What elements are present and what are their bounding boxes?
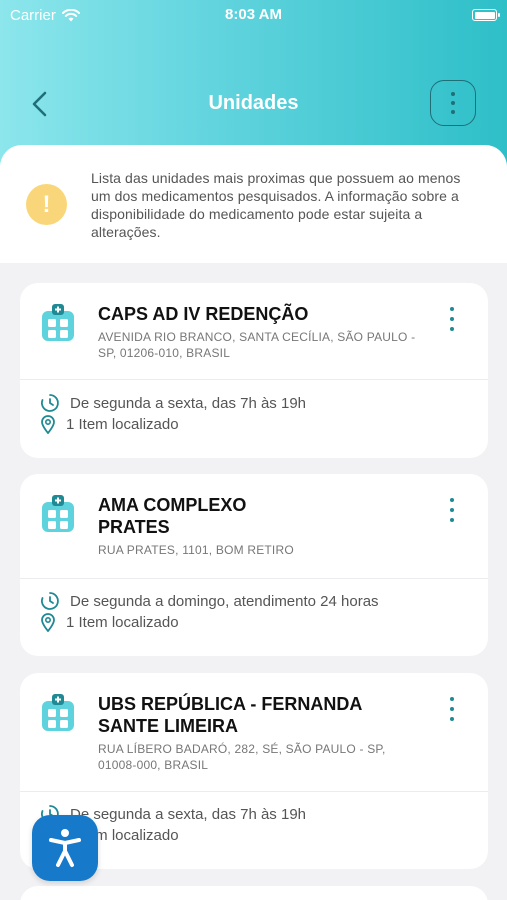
accessibility-button[interactable] [32, 815, 98, 881]
divider [20, 791, 488, 792]
clock-icon [41, 592, 59, 610]
accessibility-icon [49, 829, 81, 867]
unit-address: RUA LÍBERO BADARÓ, 282, SÉ, SÃO PAULO - … [98, 742, 386, 772]
exclamation-icon: ! [26, 184, 67, 225]
navigation-bar: Unidades [0, 78, 507, 130]
notice-text: Lista das unidades mais proximas que pos… [91, 170, 461, 240]
health-unit-icon [42, 694, 74, 731]
clock-icon [41, 394, 59, 412]
hours-text: De segunda a sexta, das 7h às 19h [70, 805, 307, 823]
unit-name: AMA COMPLEXO PRATES [98, 495, 247, 537]
health-unit-icon [42, 495, 74, 532]
unit-hours: De segunda a sexta, das 7h às 19h [40, 393, 306, 413]
unit-card-partial[interactable] [20, 886, 488, 900]
unit-name: CAPS AD IV REDENÇÃO [98, 304, 309, 324]
unit-card[interactable]: AMA COMPLEXO PRATES RUA PRATES, 1101, BO… [20, 474, 488, 656]
unit-more-button[interactable] [442, 496, 462, 524]
status-time: 8:03 AM [225, 6, 282, 23]
unit-more-button[interactable] [442, 305, 462, 333]
status-bar: Carrier 8:03 AM [0, 0, 507, 30]
unit-items: 1 Item localizado [40, 612, 179, 632]
unit-hours: De segunda a domingo, atendimento 24 hor… [40, 591, 379, 611]
info-notice: ! Lista das unidades mais proximas que p… [0, 145, 507, 263]
options-menu-button[interactable] [430, 80, 476, 126]
more-vertical-icon [451, 92, 455, 114]
unit-address: RUA PRATES, 1101, BOM RETIRO [98, 543, 294, 557]
unit-card-header: AMA COMPLEXO PRATES RUA PRATES, 1101, BO… [20, 474, 488, 558]
health-unit-icon [42, 304, 74, 341]
map-pin-icon [41, 415, 55, 434]
unit-more-button[interactable] [442, 695, 462, 723]
hours-text: De segunda a domingo, atendimento 24 hor… [70, 592, 379, 610]
unit-address: AVENIDA RIO BRANCO, SANTA CECÍLIA, SÃO P… [98, 330, 416, 360]
battery-icon [472, 9, 500, 21]
divider [20, 379, 488, 380]
items-text: 1 Item localizado [66, 415, 179, 433]
unit-card[interactable]: CAPS AD IV REDENÇÃO AVENIDA RIO BRANCO, … [20, 283, 488, 458]
unit-card-header: CAPS AD IV REDENÇÃO AVENIDA RIO BRANCO, … [20, 283, 488, 361]
hours-text: De segunda a sexta, das 7h às 19h [70, 394, 307, 412]
unit-items: 1 Item localizado [40, 414, 179, 434]
items-text: 1 Item localizado [66, 613, 179, 631]
unit-card-header: UBS REPÚBLICA - FERNANDA SANTE LIMEIRA R… [20, 673, 488, 773]
unit-name: UBS REPÚBLICA - FERNANDA SANTE LIMEIRA [98, 694, 362, 736]
map-pin-icon [41, 613, 55, 632]
divider [20, 578, 488, 579]
